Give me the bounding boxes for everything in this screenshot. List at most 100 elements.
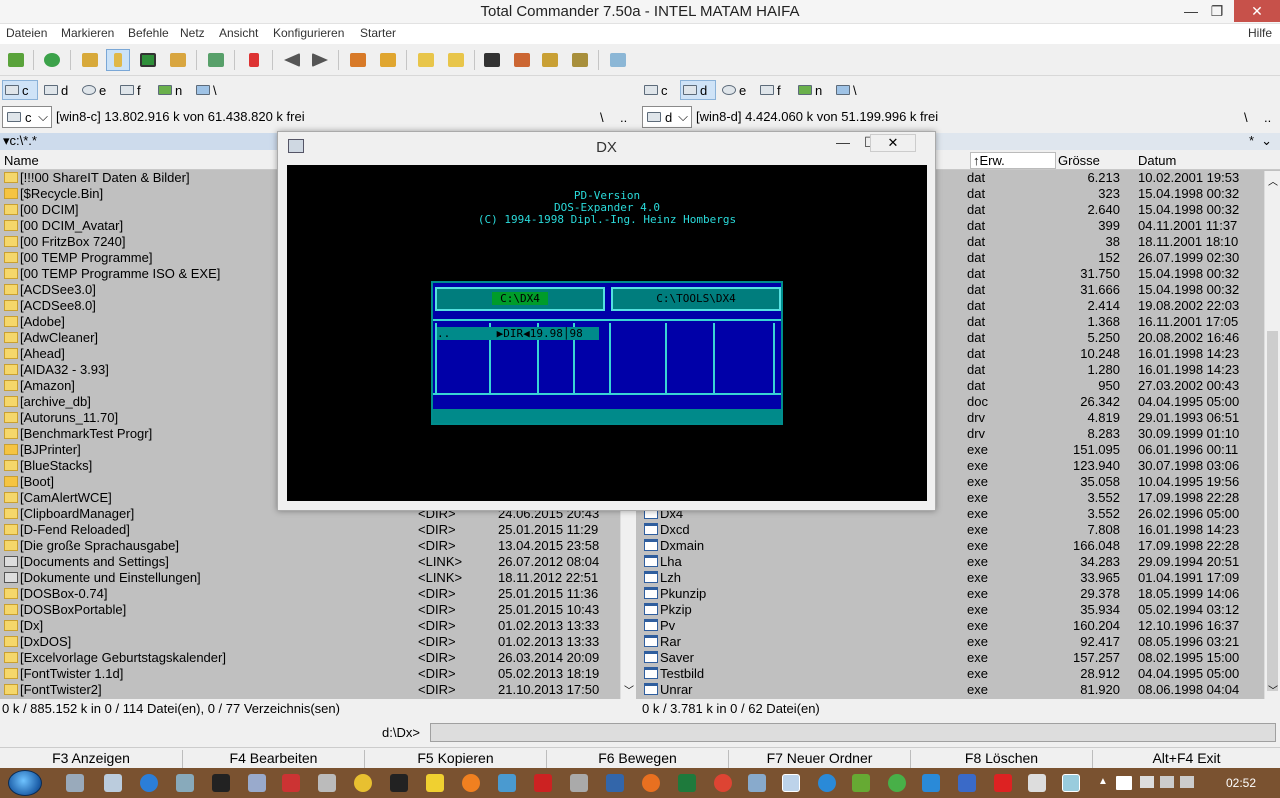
- table-row[interactable]: [Excelvorlage Geburtstagskalender] <DIR> 2…: [0, 650, 640, 666]
- menu-ansicht[interactable]: Ansicht: [219, 26, 258, 40]
- f3-view-button[interactable]: F3 Anzeigen: [0, 750, 183, 768]
- table-row[interactable]: Unrar exe 81.920 08.06.1998 04:04: [640, 682, 1280, 698]
- command-input[interactable]: [430, 723, 1276, 742]
- table-row[interactable]: [Die große Sprachausgabe] <DIR> 13.04.2015…: [0, 538, 640, 554]
- up-button-right[interactable]: ..: [1264, 110, 1271, 125]
- column-name[interactable]: Name: [4, 153, 39, 168]
- ftp-icon[interactable]: [414, 49, 438, 71]
- total-commander-icon[interactable]: [1062, 774, 1080, 792]
- back-arrow-icon[interactable]: [280, 49, 304, 71]
- table-row[interactable]: Lzh exe 33.965 01.04.1991 17:09: [640, 570, 1280, 586]
- drive-select-right[interactable]: d ⌵: [642, 106, 692, 128]
- scroll-thumb[interactable]: [1267, 331, 1278, 691]
- app-icon[interactable]: [782, 774, 800, 792]
- close-button[interactable]: ✕: [1234, 0, 1280, 22]
- drive-f-button-right[interactable]: f: [758, 80, 792, 100]
- app-icon[interactable]: [176, 774, 194, 792]
- excel-icon[interactable]: [678, 774, 696, 792]
- table-row[interactable]: [D-Fend Reloaded] <DIR> 25.01.2015 11:29: [0, 522, 640, 538]
- app-icon[interactable]: [958, 774, 976, 792]
- dx-selected-entry[interactable]: .. ▶DIR◀19.98│98: [437, 327, 599, 340]
- app-icon[interactable]: [922, 774, 940, 792]
- menu-konfigurieren[interactable]: Konfigurieren: [273, 26, 344, 40]
- drive-d-button-right[interactable]: d: [680, 80, 716, 100]
- app-icon[interactable]: [66, 774, 84, 792]
- table-row[interactable]: [DOSBoxPortable] <DIR> 25.01.2015 10:43: [0, 602, 640, 618]
- scrollbar-right[interactable]: ︿ ﹀: [1264, 171, 1280, 699]
- column-date[interactable]: Datum: [1138, 153, 1176, 168]
- windows-start-icon[interactable]: [8, 770, 42, 796]
- clock[interactable]: 02:52: [1226, 776, 1256, 790]
- drive-e-button-right[interactable]: e: [720, 80, 754, 100]
- table-row[interactable]: [FontTwister 1.1d] <DIR> 05.02.2013 18:19: [0, 666, 640, 682]
- root-button-left[interactable]: \: [600, 110, 604, 125]
- app-icon[interactable]: [818, 774, 836, 792]
- network-button-right[interactable]: \: [834, 80, 864, 100]
- dx-left-panel-caption[interactable]: C:\DX4: [435, 287, 605, 311]
- drive-n-button[interactable]: n: [156, 80, 190, 100]
- app-icon[interactable]: [748, 774, 766, 792]
- f5-copy-button[interactable]: F5 Kopieren: [365, 750, 547, 768]
- flag-tray-icon[interactable]: [1140, 776, 1154, 788]
- dx-close-button[interactable]: ✕: [870, 134, 916, 152]
- table-row[interactable]: Pv exe 160.204 12.10.1996 16:37: [640, 618, 1280, 634]
- tree-view-icon[interactable]: [166, 49, 190, 71]
- drive-c-button-right[interactable]: c: [642, 80, 676, 100]
- search-binoculars-icon[interactable]: [480, 49, 504, 71]
- table-row[interactable]: Pkzip exe 35.934 05.02.1994 03:12: [640, 602, 1280, 618]
- table-row[interactable]: [DOSBox-0.74] <DIR> 25.01.2015 11:36: [0, 586, 640, 602]
- volume-tray-icon[interactable]: [1180, 776, 1194, 788]
- drive-c-button[interactable]: c: [2, 80, 38, 100]
- table-row[interactable]: Testbild exe 28.912 04.04.1995 05:00: [640, 666, 1280, 682]
- drive-select-left[interactable]: c ⌵: [2, 106, 52, 128]
- pack-files-icon[interactable]: [346, 49, 370, 71]
- app-icon[interactable]: [994, 774, 1012, 792]
- table-row[interactable]: [DxDOS] <DIR> 01.02.2013 13:33: [0, 634, 640, 650]
- app-icon[interactable]: [888, 774, 906, 792]
- app-icon[interactable]: [1028, 774, 1046, 792]
- drive-n-button-right[interactable]: n: [796, 80, 830, 100]
- app-icon[interactable]: [318, 774, 336, 792]
- app-icon[interactable]: [104, 774, 122, 792]
- table-row[interactable]: Rar exe 92.417 08.05.1996 03:21: [640, 634, 1280, 650]
- app-icon[interactable]: [498, 774, 516, 792]
- network-tray-icon[interactable]: [1160, 776, 1174, 788]
- column-ext[interactable]: ↑Erw.: [970, 152, 1056, 169]
- app-icon[interactable]: [426, 774, 444, 792]
- reload-icon[interactable]: [40, 49, 64, 71]
- menu-befehle[interactable]: Befehle: [128, 26, 169, 40]
- drive-e-button[interactable]: e: [80, 80, 114, 100]
- menu-netz[interactable]: Netz: [180, 26, 205, 40]
- cmd-icon[interactable]: [212, 774, 230, 792]
- f6-move-button[interactable]: F6 Bewegen: [547, 750, 729, 768]
- app-icon[interactable]: [534, 774, 552, 792]
- tray-chevron-icon[interactable]: ▲: [1098, 776, 1108, 787]
- app-icon[interactable]: [606, 774, 624, 792]
- app-icon[interactable]: [248, 774, 266, 792]
- refresh-tree-icon[interactable]: [4, 49, 28, 71]
- forward-arrow-icon[interactable]: [308, 49, 332, 71]
- menu-starter[interactable]: Starter: [360, 26, 396, 40]
- multi-rename-icon[interactable]: [510, 49, 534, 71]
- column-size[interactable]: Grösse: [1058, 153, 1100, 168]
- f8-delete-button[interactable]: F8 Löschen: [911, 750, 1093, 768]
- sort-icon[interactable]: [204, 49, 228, 71]
- f7-mkdir-button[interactable]: F7 Neuer Ordner: [729, 750, 911, 768]
- table-row[interactable]: Dxcd exe 7.808 16.01.1998 14:23: [640, 522, 1280, 538]
- table-row[interactable]: [Dx] <DIR> 01.02.2013 13:33: [0, 618, 640, 634]
- root-button-right[interactable]: \: [1244, 110, 1248, 125]
- calendar-tray-icon[interactable]: [1116, 776, 1132, 790]
- table-row[interactable]: [Dokumente und Einstellungen] <LINK> 18.11…: [0, 570, 640, 586]
- dos-screen[interactable]: PD-Version DOS-Expander 4.0 (C) 1994-199…: [287, 165, 927, 501]
- full-view-icon[interactable]: [106, 49, 130, 71]
- app-icon[interactable]: [390, 774, 408, 792]
- compare-dirs-icon[interactable]: [538, 49, 562, 71]
- sync-dirs-icon[interactable]: [568, 49, 592, 71]
- app-icon[interactable]: [354, 774, 372, 792]
- up-button-left[interactable]: ..: [620, 110, 627, 125]
- thumbnail-view-icon[interactable]: [136, 49, 160, 71]
- app-icon[interactable]: [852, 774, 870, 792]
- table-row[interactable]: Saver exe 157.257 08.02.1995 15:00: [640, 650, 1280, 666]
- ie-icon[interactable]: [140, 774, 158, 792]
- chrome-icon[interactable]: [714, 774, 732, 792]
